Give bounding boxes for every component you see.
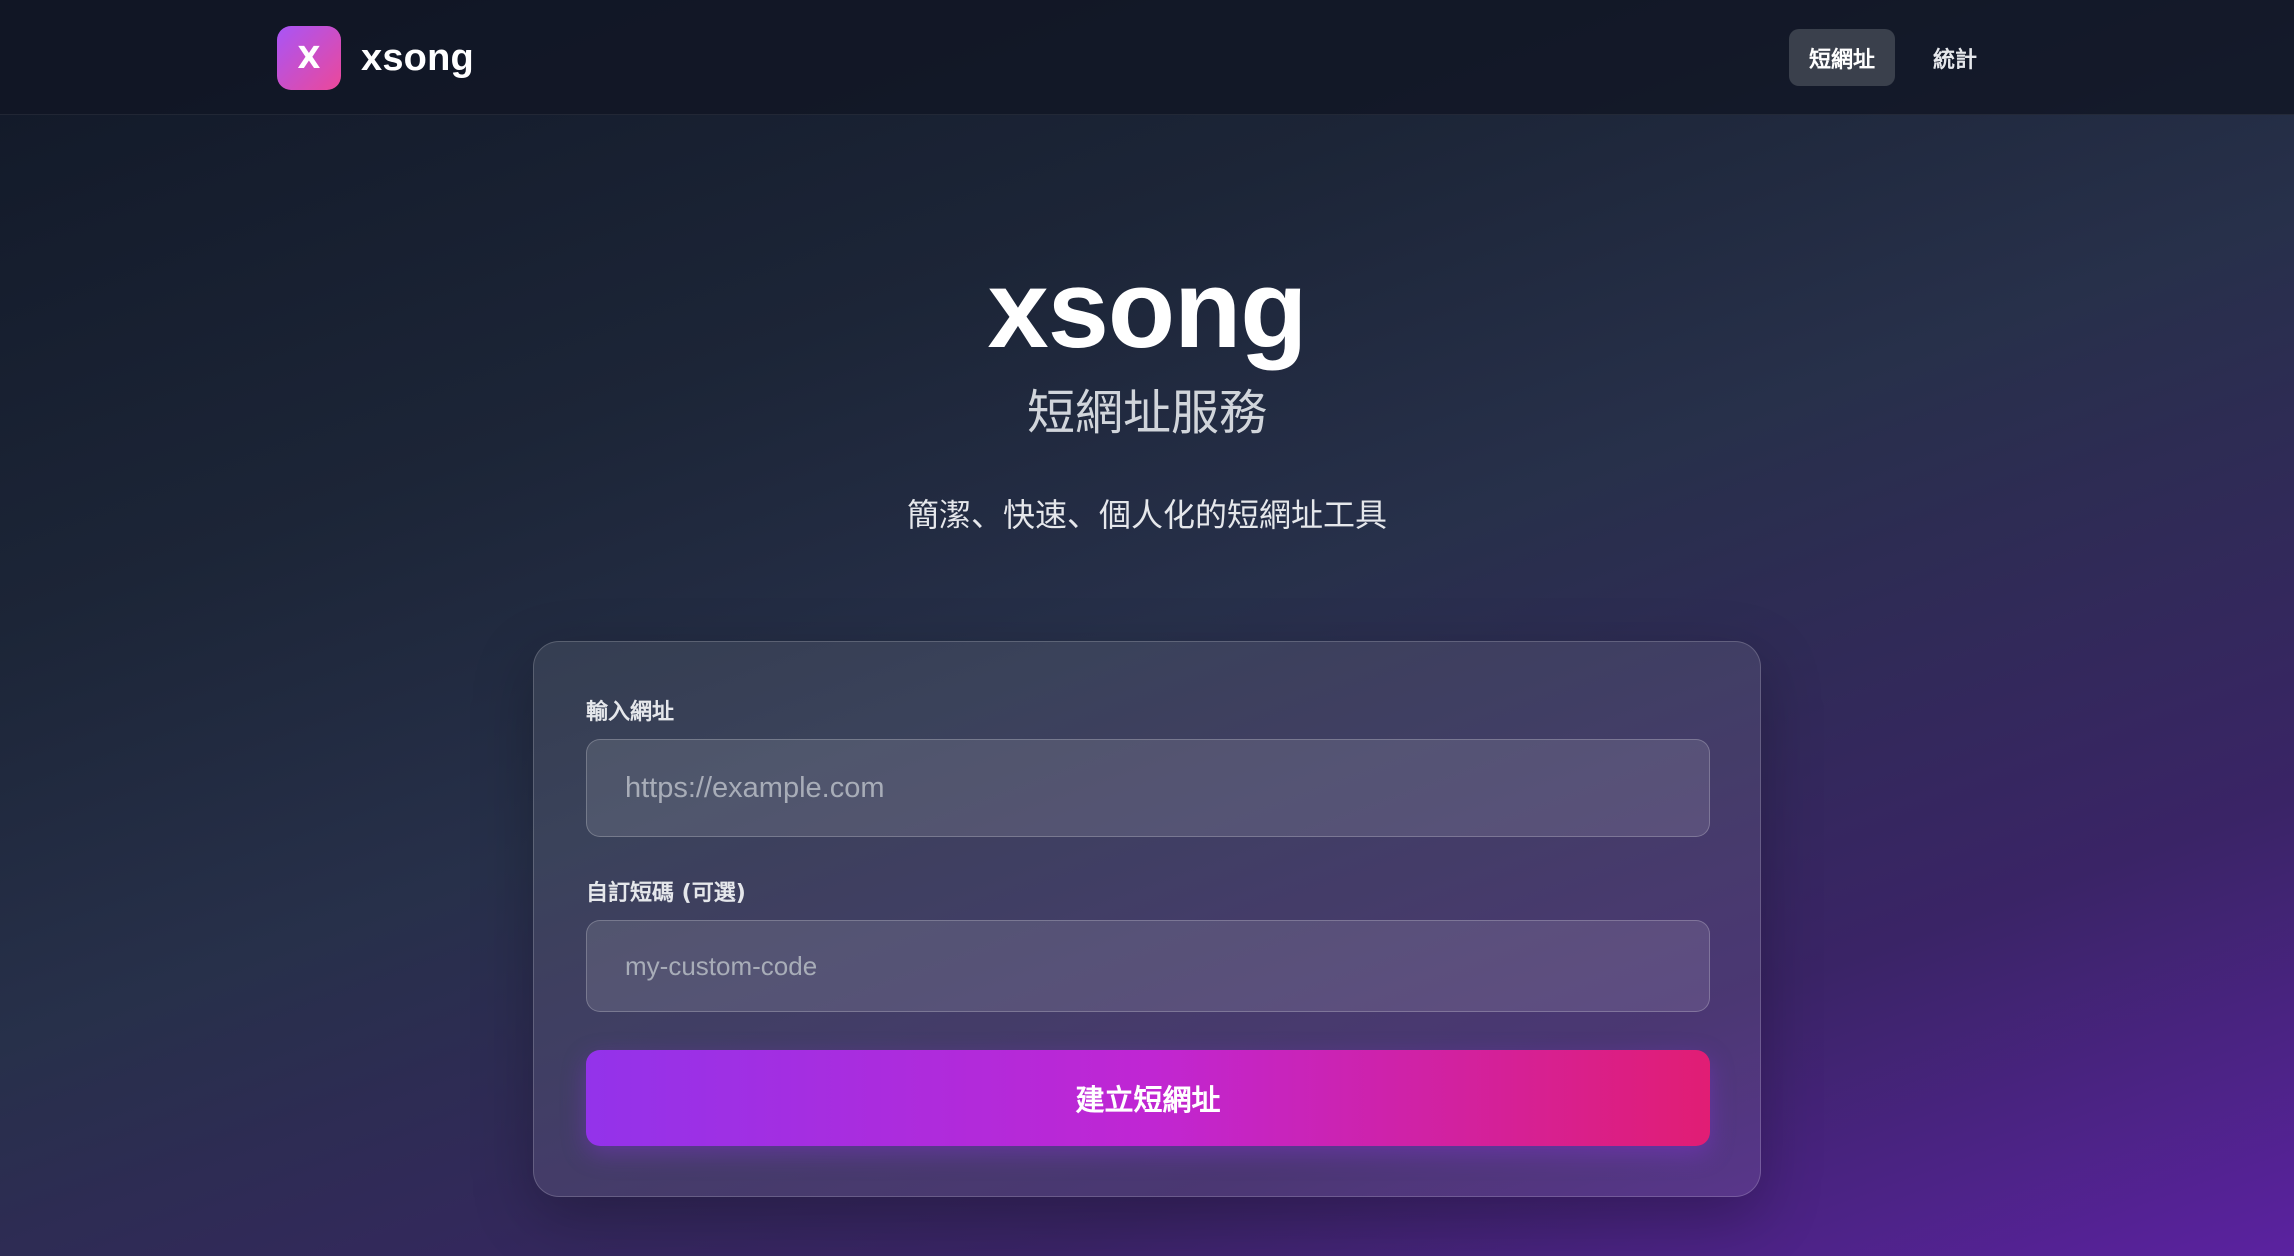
hero-subtitle: 短網址服務 xyxy=(1026,385,1267,441)
brand-logo-icon: X xyxy=(277,26,341,90)
top-navbar: X xsong 短網址 統計 xyxy=(0,0,2294,115)
custom-code-field-label: 自訂短碼 (可選) xyxy=(586,881,746,906)
hero-title: xsong xyxy=(987,248,1308,371)
brand-home-link[interactable]: X xsong xyxy=(277,26,474,90)
create-short-url-button[interactable]: 建立短網址 xyxy=(586,1050,1710,1146)
nav-item-shorten[interactable]: 短網址 xyxy=(1789,29,1896,86)
nav-item-stats[interactable]: 統計 xyxy=(1913,29,1997,86)
url-field-label: 輸入網址 xyxy=(586,700,675,725)
url-input[interactable] xyxy=(586,739,1710,837)
brand-name: xsong xyxy=(361,36,474,79)
nav-links: 短網址 統計 xyxy=(1789,29,1997,86)
custom-code-input[interactable] xyxy=(586,920,1710,1012)
shorten-form-card: 輸入網址 自訂短碼 (可選) 建立短網址 xyxy=(533,641,1761,1197)
hero-tagline: 簡潔、快速、個人化的短網址工具 xyxy=(906,496,1387,534)
